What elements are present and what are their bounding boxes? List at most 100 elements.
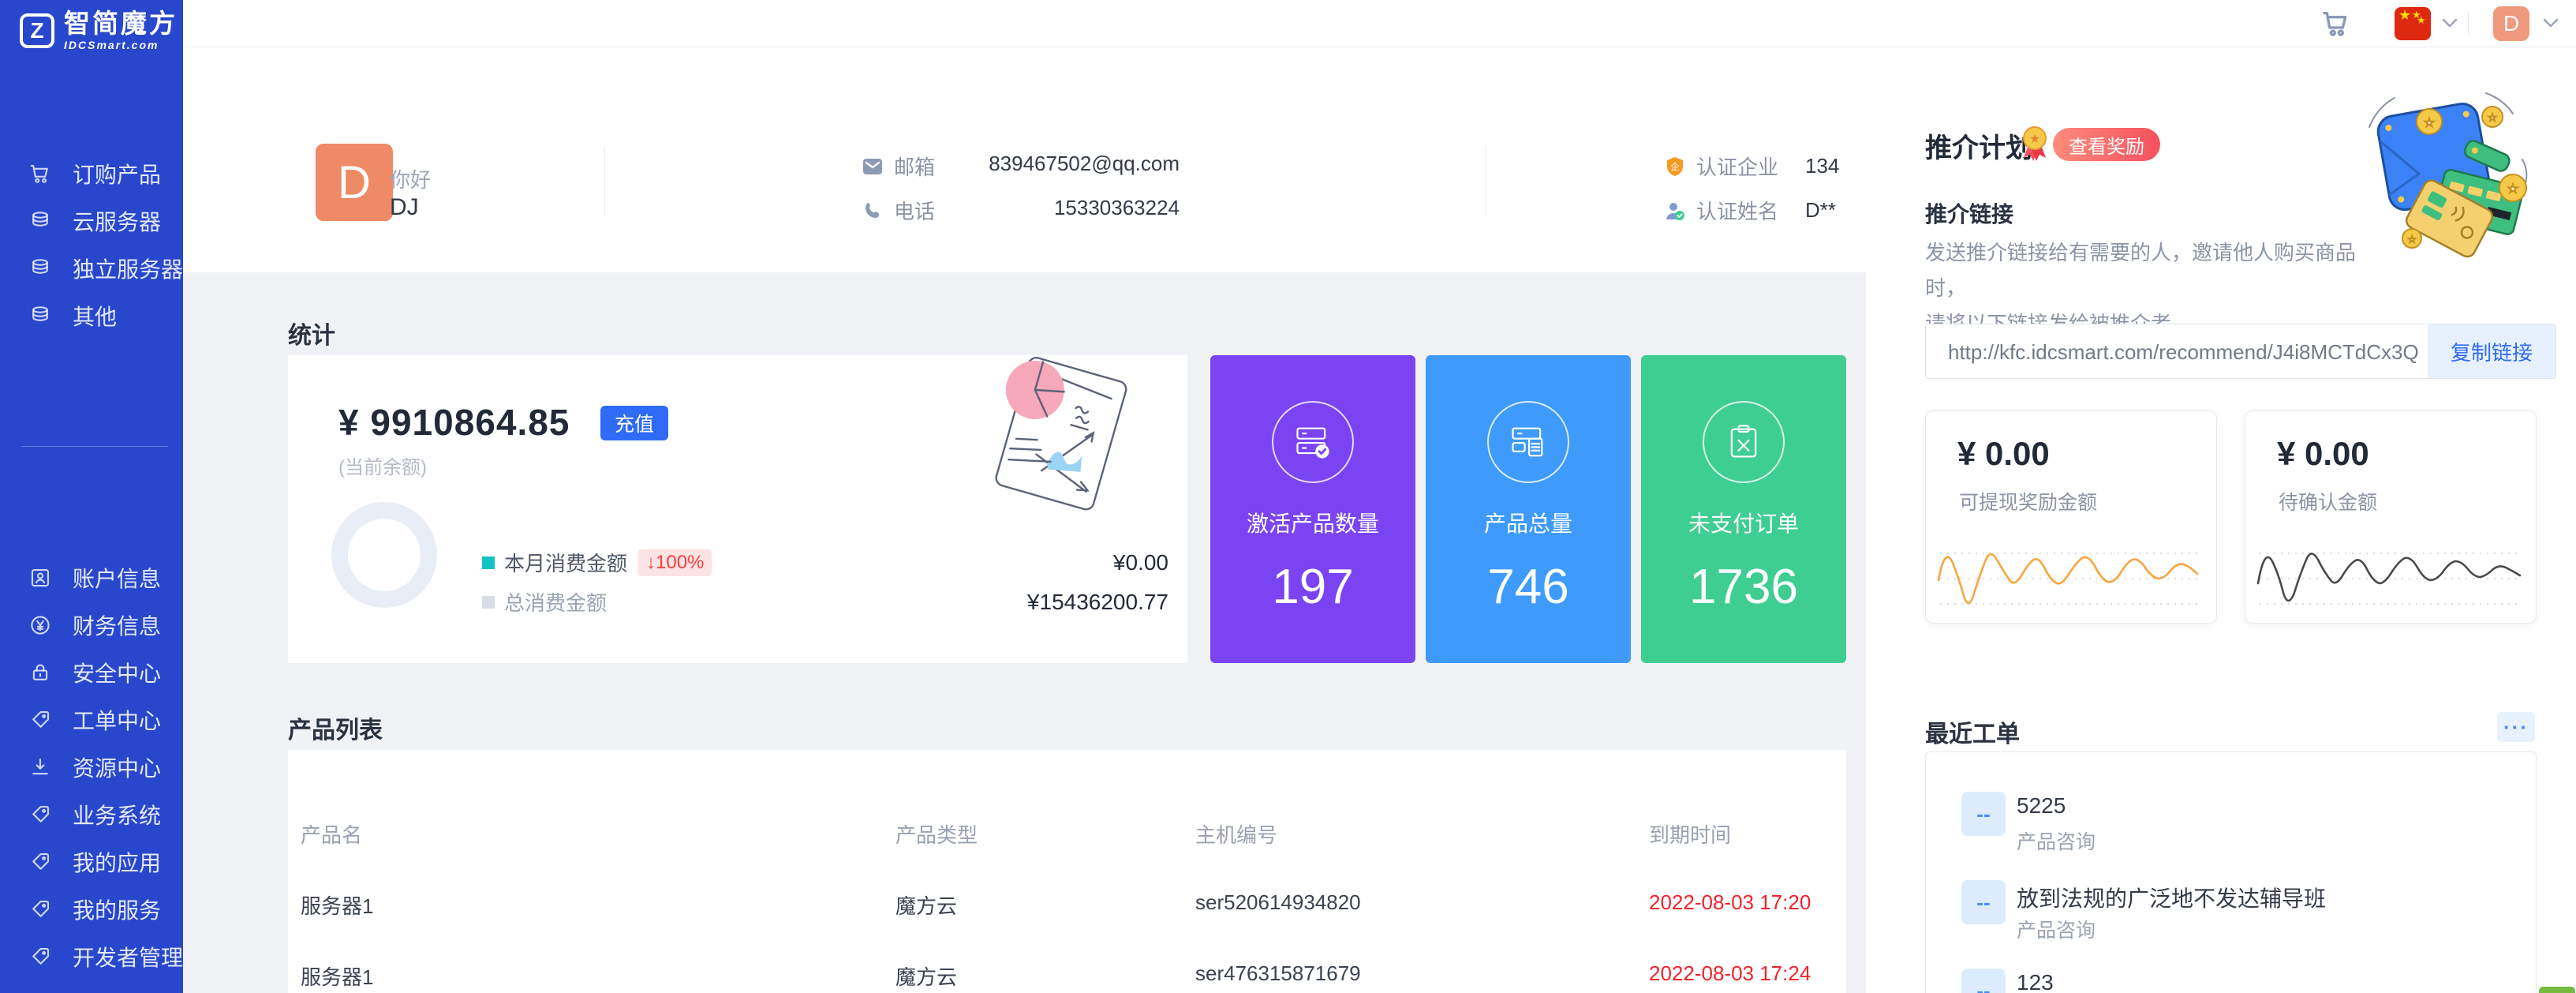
view-rewards-badge[interactable]: 查看奖励: [2053, 128, 2160, 161]
sidebar-item-finance-info[interactable]: 财务信息: [0, 601, 183, 649]
ticket-id-icon: --: [1961, 969, 2006, 993]
phone-value: 15330363224: [848, 196, 1180, 220]
legend-total-label: 总消费金额: [504, 587, 607, 616]
verify-name-label: 认证姓名: [1696, 196, 1778, 225]
chat-float-button[interactable]: [2539, 987, 2575, 993]
ticket-title: 放到法规的广泛地不发达辅导班: [2017, 882, 2326, 913]
total-products-label: 产品总量: [1426, 507, 1631, 538]
ticket-id-icon: --: [1961, 792, 2006, 836]
ticket-title: 5225: [2017, 793, 2066, 819]
verify-name-value: D**: [1805, 198, 1836, 223]
ticket-category: 产品咨询: [2017, 915, 2096, 943]
verify-name-row: 认证姓名 D**: [1665, 196, 1836, 225]
server-check-icon: [1292, 422, 1333, 463]
server-list-icon: [1508, 422, 1549, 463]
top-header: ★ ★ ★ D: [183, 0, 2576, 47]
balance-caption: (当前余额): [338, 452, 427, 479]
list-item[interactable]: -- 123: [1926, 969, 2536, 993]
product-type: 魔方云: [895, 890, 957, 920]
product-name: 服务器1: [301, 890, 373, 920]
tickets-more-button[interactable]: ···: [2497, 712, 2535, 742]
cart-button[interactable]: [2320, 8, 2352, 39]
main-content: D 你好 DJ 邮箱 839467502@qq.com 电话 153303632…: [183, 47, 1866, 993]
total-products-card: 产品总量 746: [1426, 355, 1631, 663]
sidebar-item-my-services[interactable]: 我的服务: [0, 886, 183, 933]
referral-link-title: 推介链接: [1925, 197, 2013, 229]
wallet-illustration: ★ ★ ★ ★: [2346, 84, 2535, 265]
avatar: D: [316, 144, 393, 221]
user-menu-chevron-down-icon[interactable]: [2542, 17, 2559, 28]
product-host-id: ser476315871679: [1195, 961, 1361, 986]
cart-icon: [2320, 8, 2352, 39]
header-divider: [2468, 13, 2469, 35]
language-flag-button[interactable]: ★ ★ ★: [2395, 7, 2431, 40]
info-divider: [1485, 146, 1486, 217]
language-chevron-down-icon[interactable]: [2441, 17, 2458, 28]
legend-month-swatch: [482, 556, 495, 569]
referral-link-box[interactable]: http://kfc.idcsmart.com/recommend/J4i8MC…: [1925, 324, 2556, 379]
sidebar-item-other[interactable]: 其他: [0, 292, 183, 339]
total-products-value: 746: [1426, 559, 1631, 615]
user-avatar-button[interactable]: D: [2493, 6, 2529, 41]
tag-icon: [28, 708, 52, 732]
sidebar-item-ticket-center[interactable]: 工单中心: [0, 696, 183, 744]
sidebar-item-my-apps[interactable]: 我的应用: [0, 838, 183, 886]
verify-company-value: 134: [1805, 154, 1839, 178]
cart-icon: [28, 162, 52, 185]
product-expire-time: 2022-08-03 17:24: [1649, 961, 1811, 986]
balance-card: ¥ 9910864.85 充值 (当前余额) 本月消费金额 ↓100% ¥0.0…: [288, 355, 1187, 663]
unpaid-orders-label: 未支付订单: [1641, 507, 1846, 538]
copy-link-button[interactable]: 复制链接: [2428, 324, 2555, 378]
svg-text:★: ★: [2425, 116, 2435, 129]
product-type: 魔方云: [895, 961, 957, 991]
product-name: 服务器1: [301, 961, 373, 991]
list-item[interactable]: -- 放到法规的广泛地不发达辅导班 产品咨询: [1926, 880, 2536, 967]
sidebar-item-dedicated-server[interactable]: 独立服务器: [0, 245, 183, 292]
withdrawable-reward-card: ¥ 0.00 可提现奖励金额: [1925, 410, 2217, 624]
email-value: 839467502@qq.com: [848, 152, 1180, 176]
database-icon: [28, 304, 52, 328]
brand-domain: IDCSmart.com: [64, 39, 178, 51]
info-divider: [604, 146, 605, 217]
recent-tickets-title: 最近工单: [1925, 714, 2020, 749]
flag-star-icon: ★: [2398, 10, 2411, 21]
metric-circle: [1703, 401, 1785, 483]
stats-section-title: 统计: [288, 316, 335, 350]
tag-icon: [28, 803, 52, 826]
yuan-circle-icon: [28, 613, 52, 637]
legend-month-row: 本月消费金额 ↓100% ¥0.00: [482, 548, 1168, 577]
col-header-expire: 到期时间: [1649, 819, 1731, 849]
sidebar-item-order-products[interactable]: 订购产品: [0, 150, 183, 197]
product-host-id: ser520614934820: [1195, 890, 1361, 915]
clipboard-x-icon: [1723, 422, 1764, 463]
withdrawable-sparkline-chart: [1937, 533, 2205, 615]
product-expire-time: 2022-08-03 17:20: [1649, 890, 1811, 915]
sidebar-item-business-system[interactable]: 业务系统: [0, 791, 183, 838]
pending-amount: ¥ 0.00: [2277, 435, 2369, 473]
balance-amount: ¥ 9910864.85: [338, 401, 570, 444]
svg-text:★: ★: [2029, 133, 2040, 146]
database-icon: [28, 257, 52, 280]
user-info-bar: D 你好 DJ 邮箱 839467502@qq.com 电话 153303632…: [183, 47, 1866, 272]
svg-text:★: ★: [2488, 112, 2497, 123]
sidebar-item-developer-admin[interactable]: 开发者管理: [0, 933, 183, 980]
legend-total-value: ¥15436200.77: [1027, 590, 1168, 615]
recharge-button[interactable]: 充值: [600, 406, 668, 440]
list-item[interactable]: -- 5225 产品咨询: [1926, 792, 2536, 879]
tag-icon: [28, 897, 52, 921]
pending-label: 待确认金额: [2279, 487, 2377, 515]
medal-icon: ★: [2014, 123, 2055, 164]
sidebar-products-group: 订购产品 云服务器 独立服务器 其他: [0, 150, 183, 339]
sidebar-divider: [21, 446, 168, 447]
database-icon: [28, 209, 52, 233]
brand-logo[interactable]: Z 智简魔方 IDCSmart.com: [20, 10, 178, 51]
sidebar-item-account-info[interactable]: 账户信息: [0, 554, 183, 601]
sidebar: Z 智简魔方 IDCSmart.com 订购产品 云服务器 独立服务器 其他: [0, 0, 183, 993]
recent-tickets-list: -- 5225 产品咨询 -- 放到法规的广泛地不发达辅导班 产品咨询 -- 1…: [1925, 751, 2537, 993]
withdrawable-label: 可提现奖励金额: [1959, 487, 2097, 515]
sidebar-item-security-center[interactable]: 安全中心: [0, 649, 183, 696]
user-name: DJ: [390, 194, 419, 221]
sidebar-item-cloud-server[interactable]: 云服务器: [0, 197, 183, 245]
brand-logo-icon: Z: [20, 13, 54, 48]
sidebar-item-resource-center[interactable]: 资源中心: [0, 744, 183, 791]
